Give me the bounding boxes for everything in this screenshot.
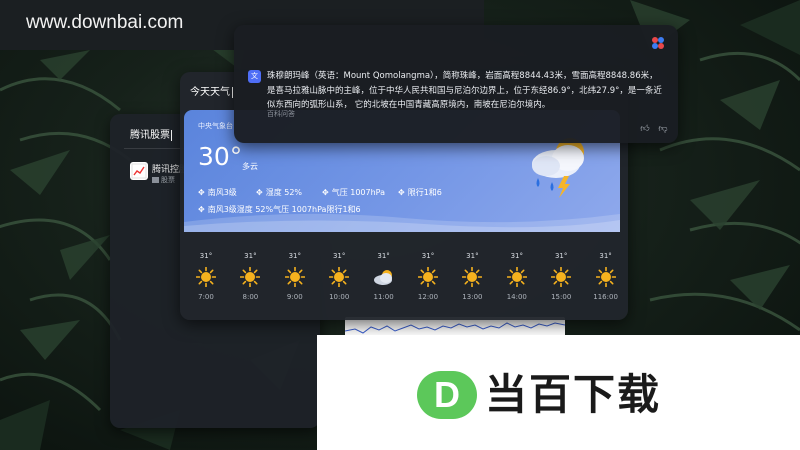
hour-time: 14:00 [506, 293, 527, 301]
hour-time: 11:00 [373, 293, 394, 301]
hour-temp: 31° [244, 252, 257, 260]
hour-item: 31° 13:00 [450, 252, 494, 301]
sun-icon [406, 264, 450, 290]
brand-text: 当百下载 [485, 370, 662, 419]
humidity-icon: ✥ [256, 188, 263, 197]
hour-temp: 31° [554, 252, 568, 260]
weather-search-input[interactable]: 今天天气 [190, 83, 233, 98]
sun-icon [184, 264, 228, 290]
hour-temp: 31° [510, 252, 523, 260]
stat-pressure: ✥ 气压 1007hPa [322, 188, 386, 197]
sun-icon [539, 264, 583, 290]
hour-time: 15:00 [551, 293, 572, 301]
hour-temp: 31° [421, 252, 435, 260]
thumbs-up-icon[interactable]: 👍︎ [638, 122, 652, 136]
answer-text: 珠穆朗玛峰（英语：Mount Qomolangma），简称珠峰，岩面高程8844… [267, 71, 662, 110]
hour-time: 7:00 [198, 293, 214, 301]
weather-condition: 多云 [242, 162, 258, 171]
brand-logo-icon: D [417, 371, 477, 419]
hour-temp: 31° [466, 252, 479, 260]
hour-item: 31° 12:00 [406, 252, 450, 301]
hour-item: 31° 10:00 [317, 252, 361, 301]
stock-search-input[interactable]: 腾讯股票 [130, 126, 172, 141]
sun-icon [584, 264, 628, 290]
pressure-icon: ✥ [322, 188, 329, 197]
stock-subtitle: 股票 [152, 175, 175, 185]
wind-icon: ✥ [198, 188, 205, 197]
stat-wind: ✥ 南风3级 [198, 188, 237, 197]
brand-banner: D 当百下载 [317, 335, 800, 450]
brand-logo-letter: D [434, 374, 460, 415]
hour-item: 31° 116:00 [584, 252, 628, 301]
hour-time: 13:00 [462, 293, 483, 301]
thumbs-down-icon[interactable]: 👎︎ [656, 122, 670, 136]
answer-panel: 文 珠穆朗玛峰（英语：Mount Qomolangma），简称珠峰，岩面高程88… [234, 25, 678, 143]
hour-temp: 31° [199, 252, 213, 260]
watermark-text: www.downbai.com [26, 12, 184, 33]
hourly-forecast: 31° 7:00 31° 8:00 31° 9:00 31° 10:00 31° 11:00 31°… [184, 252, 620, 312]
stat-restriction: ✥ 限行1和6 [398, 188, 442, 197]
hour-item: 31° 14:00 [495, 252, 539, 301]
hour-item: 31° 7:00 [184, 252, 228, 301]
hour-item: 31° 15:00 [539, 252, 583, 301]
hour-time: 10:00 [329, 293, 350, 301]
translate-icon: 文 [248, 70, 261, 83]
sun-icon [228, 264, 272, 290]
sun-icon [495, 264, 539, 290]
hour-item: 31° 11:00 [362, 252, 406, 301]
cloud-sun-icon [362, 264, 406, 290]
stat-humidity: ✥ 湿度 52% [256, 188, 303, 197]
hour-time: 9:00 [286, 293, 303, 301]
stock-tag-icon [152, 177, 159, 183]
hour-temp: 31° [599, 252, 612, 260]
sun-icon [450, 264, 494, 290]
current-temperature: 30° [198, 142, 243, 171]
hour-item: 31° 9:00 [273, 252, 317, 301]
sun-icon [317, 264, 361, 290]
hour-time: 12:00 [417, 293, 439, 301]
app-logo-icon[interactable] [650, 35, 666, 51]
stock-chart-icon [130, 162, 148, 180]
hour-time: 8:00 [242, 293, 259, 301]
hour-item: 31° 8:00 [228, 252, 272, 301]
restriction-icon: ✥ [398, 188, 405, 197]
hour-temp: 31° [377, 252, 390, 260]
weather-station: 中央气象台 [198, 122, 233, 130]
hour-time: 116:00 [593, 293, 618, 301]
hour-temp: 31° [288, 252, 301, 260]
answer-source[interactable]: 百科问答 [267, 109, 295, 119]
hour-temp: 31° [332, 252, 346, 260]
sun-icon [273, 264, 317, 290]
